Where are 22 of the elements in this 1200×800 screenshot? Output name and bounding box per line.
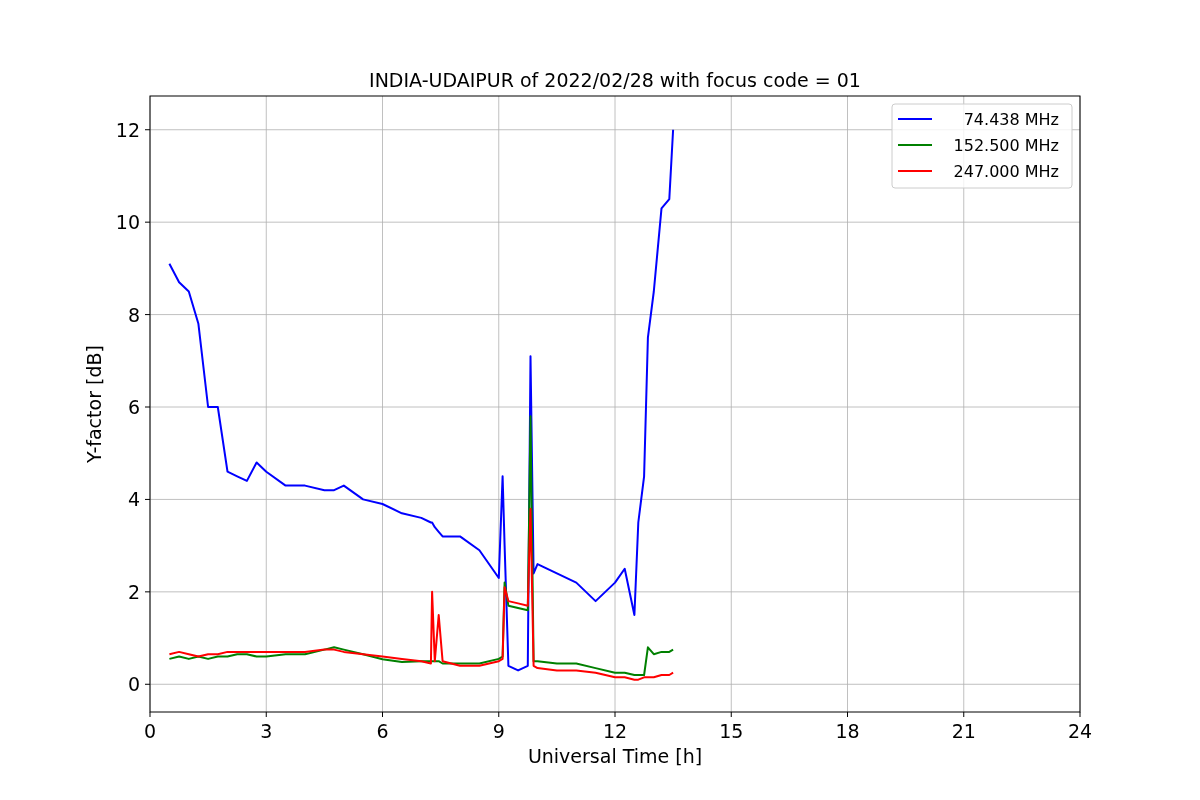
tick-label: 0: [143, 720, 157, 742]
x-axis-label: Universal Time [h]: [527, 745, 703, 767]
legend-label: 74.438 MHz: [963, 110, 1059, 129]
y-axis-label: Y-factor [dB]: [83, 345, 105, 463]
tick-label: 3: [260, 720, 273, 742]
tick-label: 12: [115, 118, 140, 141]
tick-label: 2: [127, 580, 140, 603]
tick-label: 6: [127, 396, 140, 418]
legend-label: 152.500 MHz: [953, 136, 1059, 155]
tick-label: 10: [115, 211, 140, 234]
tick-label: 15: [719, 720, 744, 742]
tick-label: 4: [127, 488, 140, 511]
chart-title: INDIA-UDAIPUR of 2022/02/28 with focus code = 01: [369, 69, 861, 91]
legend-label: 247.000 MHz: [953, 162, 1059, 181]
tick-label: 0: [127, 673, 140, 696]
tick-label: 24: [1067, 720, 1093, 742]
tick-label: 9: [492, 720, 505, 742]
tick-label: 18: [835, 720, 860, 742]
tick-label: 8: [127, 303, 140, 326]
tick-label: 6: [376, 720, 389, 742]
tick-label: 12: [602, 720, 628, 742]
tick-label: 21: [951, 720, 976, 742]
